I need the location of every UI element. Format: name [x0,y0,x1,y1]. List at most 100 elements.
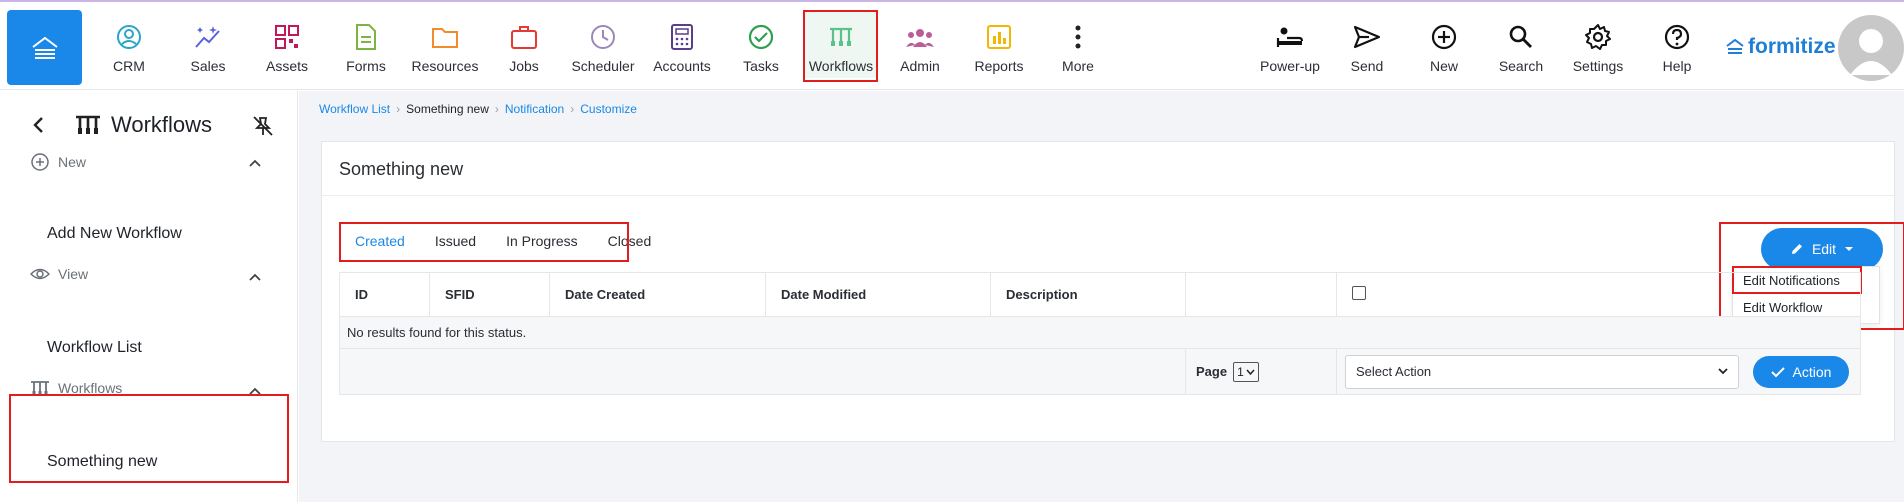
nav-search[interactable]: Search [1484,12,1558,78]
sidebar-item-something-new[interactable]: Something new [47,453,157,471]
nav-forms[interactable]: Forms [329,12,403,78]
nav-label: Jobs [509,58,539,74]
sidebar-section-view[interactable]: View [30,266,88,282]
breadcrumb-current: Something new [406,102,489,116]
sidebar-workflow-icon [74,114,102,141]
bar-chart-icon [987,25,1011,49]
pencil-icon [1791,244,1802,254]
sidebar-section-workflows[interactable]: Workflows [30,380,122,396]
nav-label: Admin [900,58,940,74]
nav-workflows[interactable]: Workflows [804,12,878,78]
nav-tasks[interactable]: Tasks [724,12,798,78]
nav-label: Tasks [743,58,779,74]
nav-label: Workflows [808,58,874,74]
nav-label: Send [1350,58,1384,74]
breadcrumb-notification[interactable]: Notification [505,102,564,116]
user-circle-icon [117,25,141,49]
breadcrumb: Workflow List › Something new › Notifica… [319,102,637,116]
nav-accounts[interactable]: Accounts [645,12,719,78]
top-navbar: CRM Sales Assets Forms Resources Jobs Sc… [0,0,1904,90]
action-cell: Select Action Action [1336,348,1861,395]
tab-closed[interactable]: Closed [593,226,667,256]
column-header-date-modified[interactable]: Date Modified [765,272,991,317]
workflow-table: ID SFID Date Created Date Modified Descr… [339,272,1861,395]
column-header-select [1336,272,1861,317]
select-action-dropdown[interactable]: Select Action [1345,354,1739,389]
nav-label: Accounts [653,58,711,74]
nav-resources[interactable]: Resources [408,12,482,78]
table-row: No results found for this status. [339,316,1861,349]
breadcrumb-separator: › [570,102,575,116]
nav-label: Forms [346,58,386,74]
footer-spacer [339,348,1186,395]
collapse-view-button[interactable] [248,269,262,287]
nav-label: Search [1498,58,1544,74]
people-icon [906,29,934,47]
home-button[interactable] [7,10,82,85]
sidebar-item-add-new-workflow[interactable]: Add New Workflow [47,225,182,243]
column-header-description[interactable]: Description [990,272,1186,317]
check-circle-icon [748,24,774,50]
breadcrumb-customize[interactable]: Customize [580,102,637,116]
back-button[interactable] [32,116,46,139]
pin-off-icon [253,116,273,136]
brand-logo[interactable]: formitize [1725,35,1836,59]
empty-message: No results found for this status. [339,316,1861,349]
qr-code-icon [275,25,299,49]
table-footer-row: Page 1 Select Action Action [339,348,1861,395]
briefcase-icon [511,26,537,49]
collapse-new-button[interactable] [248,155,262,173]
nav-more[interactable]: More [1041,12,1115,78]
nav-crm[interactable]: CRM [92,12,166,78]
select-action-value: Select Action [1356,364,1432,379]
edit-button[interactable]: Edit [1761,228,1883,270]
column-header-id[interactable]: ID [339,272,430,317]
avatar[interactable] [1838,15,1904,81]
edit-label: Edit [1811,241,1837,257]
tab-issued[interactable]: Issued [420,226,491,256]
page-value: 1 [1237,364,1244,379]
tab-in-progress[interactable]: In Progress [491,226,593,256]
collapse-workflows-button[interactable] [248,383,262,401]
page-select[interactable]: 1 [1233,361,1259,382]
sidebar-section-label: Workflows [58,380,123,396]
plus-circle-icon [1431,24,1457,50]
search-icon [1509,25,1532,48]
workflow-icon [830,27,852,46]
breadcrumb-separator: › [396,102,401,116]
nav-help[interactable]: Help [1640,12,1714,78]
breadcrumb-workflow-list[interactable]: Workflow List [319,102,390,116]
plus-circle-icon [31,153,49,171]
chevron-down-icon [1718,368,1728,375]
sidebar-section-new[interactable]: New [30,152,86,172]
nav-sales[interactable]: Sales [171,12,245,78]
nav-label: More [1062,58,1094,74]
chevron-up-icon [249,387,261,395]
action-button[interactable]: Action [1753,355,1849,388]
select-all-checkbox[interactable] [1352,286,1366,300]
nav-scheduler[interactable]: Scheduler [566,12,640,78]
nav-label: Assets [265,58,308,74]
nav-power-up[interactable]: Power-up [1253,12,1327,78]
nav-new[interactable]: New [1407,12,1481,78]
column-header-date-created[interactable]: Date Created [549,272,766,317]
sidebar-title: Workflows [111,112,213,137]
nav-jobs[interactable]: Jobs [487,12,561,78]
sidebar-item-workflow-list[interactable]: Workflow List [47,339,142,357]
column-header-blank [1185,272,1337,317]
nav-reports[interactable]: Reports [962,12,1036,78]
nav-send[interactable]: Send [1330,12,1404,78]
unpin-button[interactable] [252,115,274,142]
nav-assets[interactable]: Assets [250,12,324,78]
logo-icon [1726,38,1744,54]
chevron-up-icon [249,159,261,167]
column-header-sfid[interactable]: SFID [429,272,550,317]
chevron-down-icon [1246,369,1255,375]
nav-label: CRM [113,58,145,74]
tab-created[interactable]: Created [340,226,420,256]
power-up-icon [1276,27,1304,47]
help-icon [1664,24,1690,50]
clock-icon [591,25,615,49]
nav-settings[interactable]: Settings [1561,12,1635,78]
nav-admin[interactable]: Admin [883,12,957,78]
